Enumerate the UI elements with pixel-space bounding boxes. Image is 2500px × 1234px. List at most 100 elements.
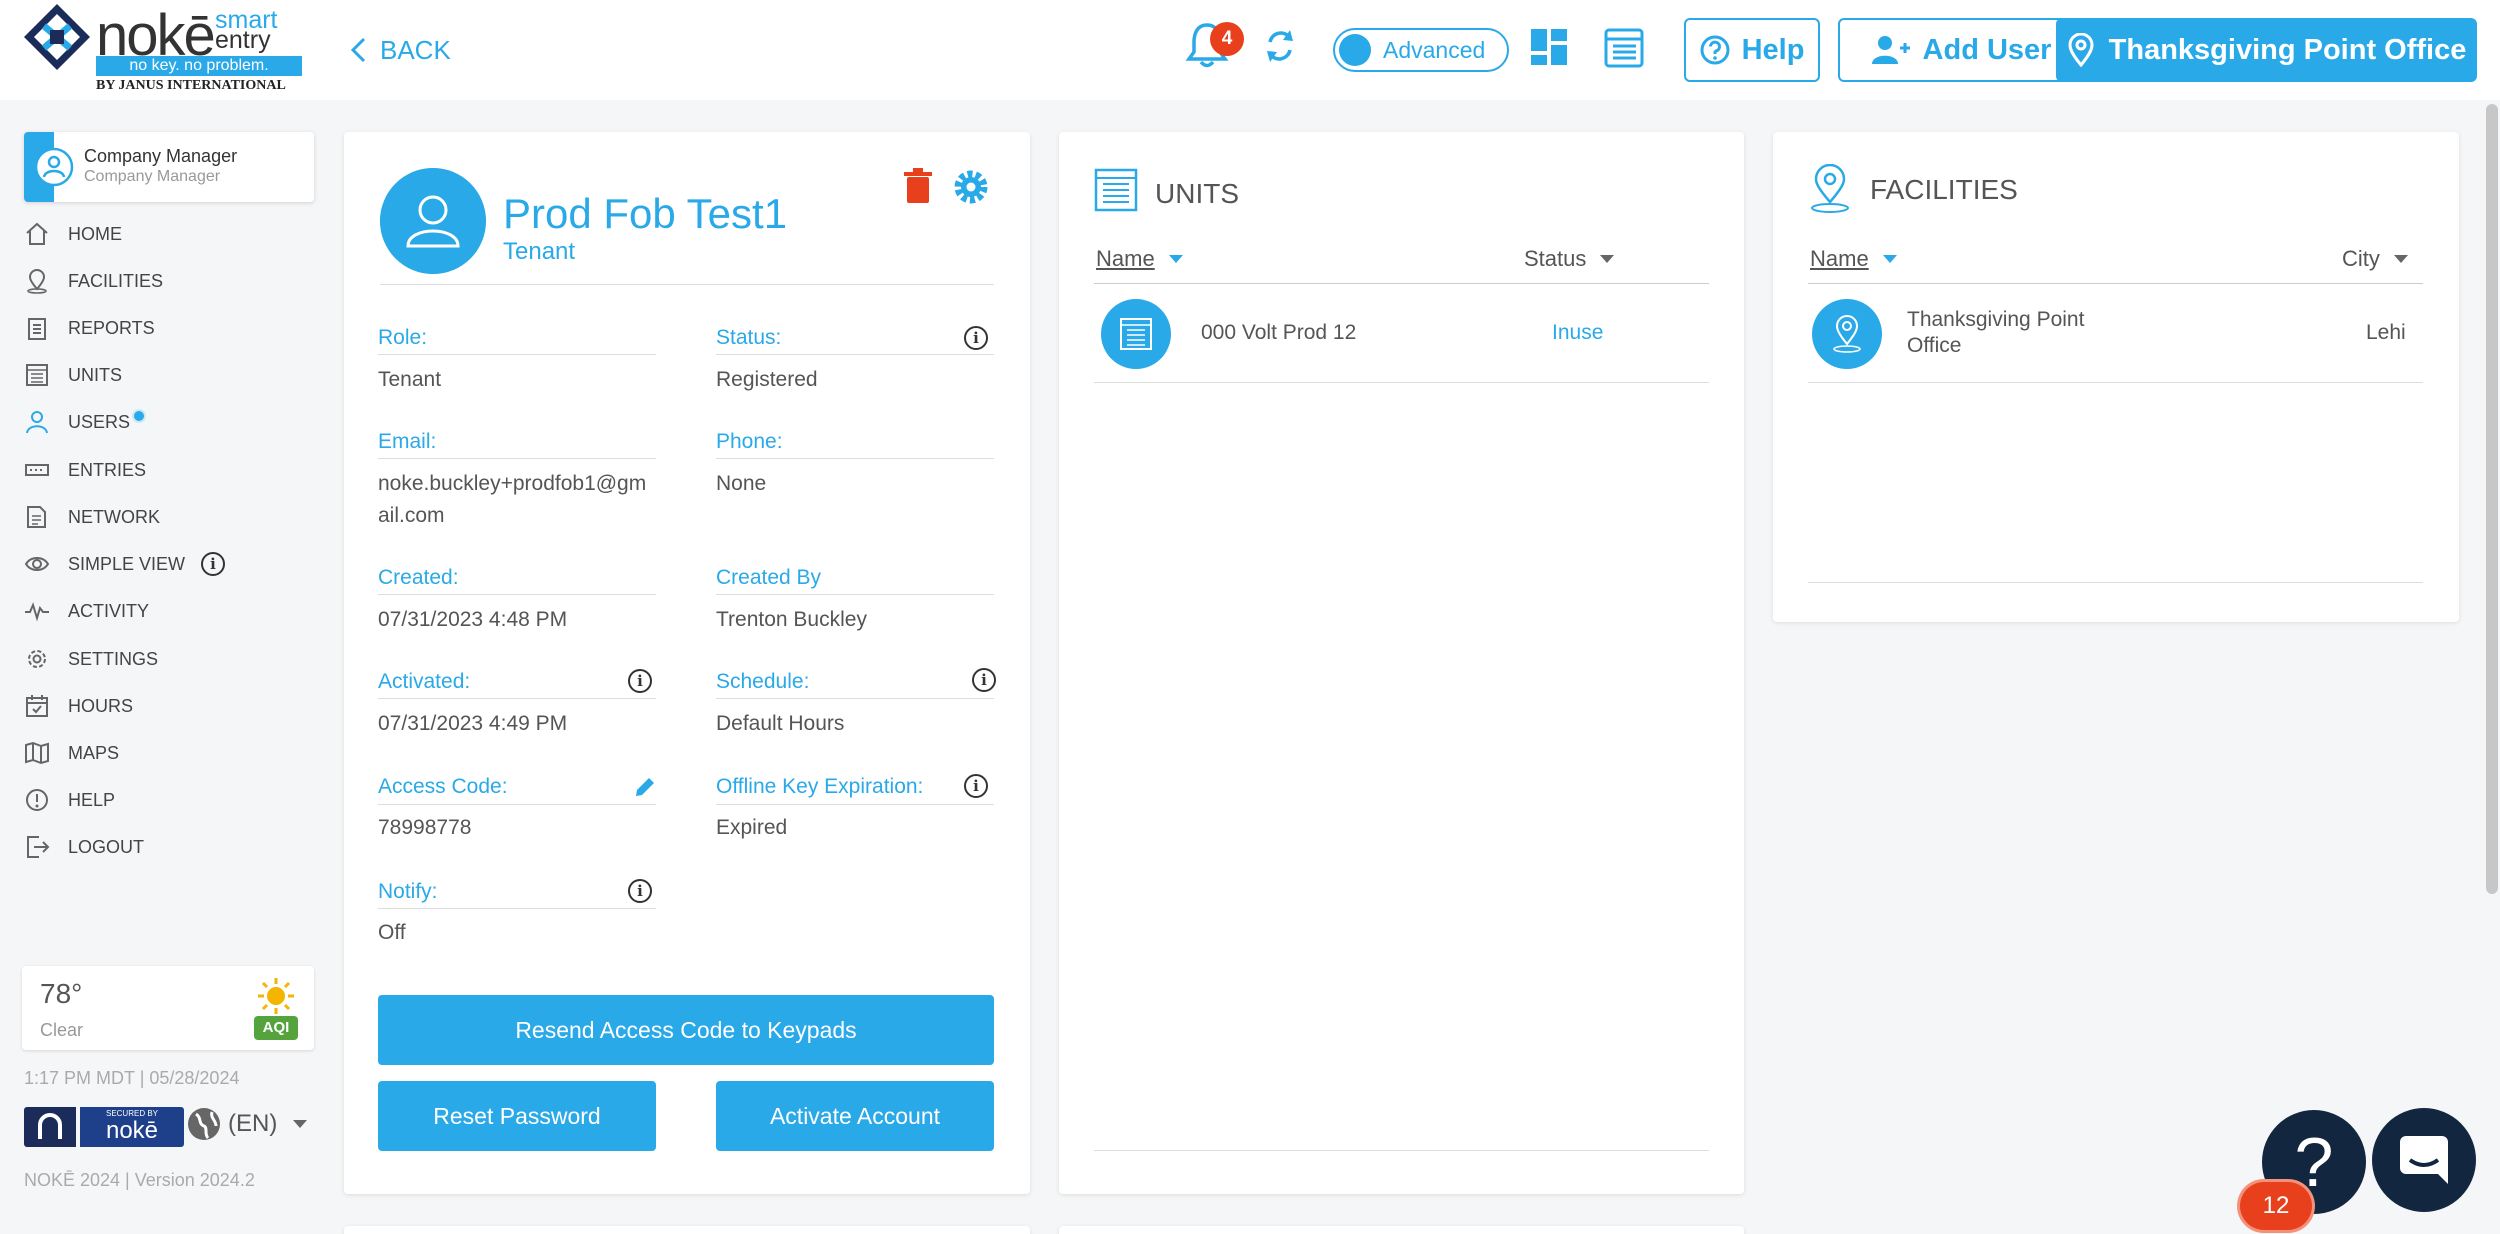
chat-bubble-icon <box>2400 1136 2448 1184</box>
info-icon[interactable]: i <box>201 552 226 576</box>
add-user-icon <box>1871 36 1910 64</box>
calendar-icon <box>26 695 48 717</box>
email-label: Email: <box>378 430 437 453</box>
field-underline <box>716 594 994 595</box>
current-user-card[interactable]: Company Manager Company Manager <box>24 132 314 202</box>
sidebar-item-home[interactable]: HOME <box>24 216 122 252</box>
trash-icon[interactable] <box>904 168 932 204</box>
sidebar-item-label: NETWORK <box>68 506 160 527</box>
sidebar-item-reports[interactable]: REPORTS <box>24 310 155 346</box>
info-icon[interactable]: i <box>964 774 988 798</box>
location-icon <box>1833 315 1861 353</box>
status-value: Registered <box>716 368 818 391</box>
gear-icon[interactable] <box>952 168 990 206</box>
sidebar-item-facilities[interactable]: FACILITIES <box>24 263 163 299</box>
created-value: 07/31/2023 4:48 PM <box>378 608 568 631</box>
language-label: (EN) <box>228 1110 278 1137</box>
offline-key-value: Expired <box>716 816 788 839</box>
secured-by-noke-badge: SECURED BY nokē <box>24 1107 184 1147</box>
sidebar-item-help[interactable]: HELP <box>24 782 115 818</box>
gear-icon <box>28 650 46 668</box>
column-label: Name <box>1810 246 1869 271</box>
table-row[interactable]: 000 Volt Prod 12 Inuse <box>1094 284 1709 382</box>
back-button[interactable]: BACK <box>350 30 451 70</box>
chevron-down-icon <box>293 1120 308 1128</box>
map-icon <box>25 741 49 765</box>
version-text: NOKĒ 2024 | Version 2024.2 <box>24 1170 255 1190</box>
sort-down-icon <box>1600 255 1615 263</box>
globe-icon <box>188 1108 220 1140</box>
network-icon <box>27 506 46 528</box>
units-name-column-header[interactable]: Name <box>1096 246 1183 272</box>
activate-account-button[interactable]: Activate Account <box>716 1081 994 1151</box>
unread-count-badge: 12 <box>2240 1182 2312 1230</box>
info-icon[interactable]: i <box>972 668 996 692</box>
keypad-icon <box>25 464 49 476</box>
sidebar-item-simple-view[interactable]: SIMPLE VIEW i <box>24 546 226 582</box>
user-name: Company Manager <box>84 146 238 166</box>
facilities-title: FACILITIES <box>1870 174 2018 205</box>
field-underline <box>378 354 656 355</box>
table-row[interactable]: Thanksgiving Point Office Lehi <box>1808 284 2423 382</box>
info-icon[interactable]: i <box>964 326 988 350</box>
reset-password-button[interactable]: Reset Password <box>378 1081 656 1151</box>
facility-selector-button[interactable]: Thanksgiving Point Office <box>2056 18 2477 82</box>
info-icon[interactable]: i <box>628 879 652 903</box>
row-divider <box>1808 382 2423 383</box>
home-icon <box>26 222 48 245</box>
question-circle-icon <box>1700 35 1730 65</box>
noke-logo[interactable]: nokē smart entry no key. no problem. BY … <box>22 0 302 96</box>
sidebar-item-units[interactable]: UNITS <box>24 357 122 393</box>
field-underline <box>716 804 994 805</box>
facility-city: Lehi <box>2366 321 2406 344</box>
activated-label: Activated: <box>378 670 471 693</box>
activity-icon <box>25 602 49 622</box>
unit-name: 000 Volt Prod 12 <box>1201 321 1357 344</box>
facilities-name-column-header[interactable]: Name <box>1810 246 1897 272</box>
profile-divider <box>380 284 994 285</box>
help-button[interactable]: Help <box>1684 18 1820 82</box>
table-footer-divider <box>1094 1150 1709 1151</box>
field-underline <box>378 458 656 459</box>
facility-name-line-1: Thanksgiving Point <box>1907 308 2085 331</box>
units-status-column-header[interactable]: Status <box>1524 246 1615 272</box>
access-code-value: 78998778 <box>378 816 472 839</box>
advanced-mode-toggle[interactable]: Advanced <box>1333 28 1509 72</box>
sidebar-item-users[interactable]: USERS <box>24 404 145 440</box>
language-selector[interactable]: (EN) <box>186 1106 308 1142</box>
refresh-icon[interactable] <box>1262 26 1298 66</box>
logo-by-line: BY JANUS INTERNATIONAL <box>96 78 286 93</box>
chat-widget-button[interactable] <box>2372 1108 2476 1212</box>
location-icon <box>1811 164 1849 213</box>
sidebar-item-label: ENTRIES <box>68 459 147 480</box>
sidebar-item-hours[interactable]: HOURS <box>24 688 133 724</box>
sidebar-item-settings[interactable]: SETTINGS <box>24 641 158 677</box>
facility-row-icon <box>1812 299 1882 369</box>
table-footer-divider <box>1808 582 2423 583</box>
units-title: UNITS <box>1155 178 1239 209</box>
resend-access-code-button[interactable]: Resend Access Code to Keypads <box>378 995 994 1065</box>
sidebar-item-label: MAPS <box>68 742 120 763</box>
janus-logo-icon <box>38 1113 62 1139</box>
facilities-city-column-header[interactable]: City <box>2342 246 2408 272</box>
sidebar-item-maps[interactable]: MAPS <box>24 735 119 771</box>
sort-down-icon <box>1882 255 1897 263</box>
units-icon <box>26 364 48 386</box>
weather-widget[interactable]: 78° Clear AQI <box>22 966 314 1050</box>
sidebar-item-activity[interactable]: ACTIVITY <box>24 593 149 629</box>
field-underline <box>716 458 994 459</box>
sidebar-item-logout[interactable]: LOGOUT <box>24 829 144 865</box>
unit-status: Inuse <box>1552 321 1604 344</box>
list-view-icon[interactable] <box>1604 28 1644 68</box>
profile-name: Prod Fob Test1 <box>503 190 788 237</box>
add-user-button[interactable]: Add User <box>1838 18 2084 82</box>
field-underline <box>716 354 994 355</box>
sidebar-item-entries[interactable]: ENTRIES <box>24 452 146 488</box>
pencil-icon[interactable] <box>634 776 656 798</box>
page-scrollbar[interactable] <box>2486 104 2498 894</box>
sidebar-item-network[interactable]: NETWORK <box>24 499 160 535</box>
location-icon <box>27 269 47 294</box>
dashboard-icon[interactable] <box>1530 28 1568 66</box>
status-label: Status: <box>716 326 782 349</box>
info-icon[interactable]: i <box>628 669 652 693</box>
